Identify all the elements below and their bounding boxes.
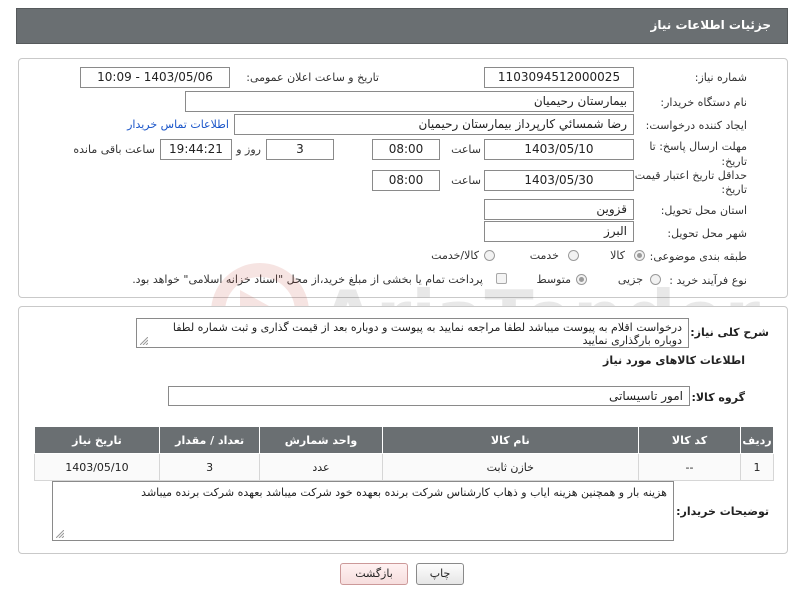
need-number-label: شماره نیاز: <box>694 71 747 84</box>
reply-deadline-date-label: تاریخ: <box>721 155 747 168</box>
resize-grip-icon[interactable] <box>140 337 148 345</box>
treasury-payment-note: پرداخت تمام یا بخشی از مبلغ خرید،از محل … <box>132 273 483 286</box>
remaining-label: ساعت باقی مانده <box>73 143 155 156</box>
category-radio-goods-service[interactable] <box>484 250 495 261</box>
cell-unit: عدد <box>259 453 383 481</box>
process-option-minor: جزیی <box>617 273 643 286</box>
need-number-field: 1103094512000025 <box>484 67 634 88</box>
announce-label: تاریخ و ساعت اعلان عمومی: <box>246 71 379 84</box>
price-validity-label: حداقل تاریخ اعتبار قیمت: تا <box>621 169 747 182</box>
creator-label: ایجاد کننده درخواست: <box>645 119 747 132</box>
goods-section-title: اطلاعات کالاهای مورد نیاز <box>603 354 745 367</box>
announce-field: 1403/05/06 - 10:09 <box>80 67 230 88</box>
price-date-field: 1403/05/30 <box>484 170 634 191</box>
reply-time-field: 08:00 <box>372 139 440 160</box>
province-label: استان محل تحویل: <box>660 204 747 217</box>
table-row: 1 -- خازن ثابت عدد 3 1403/05/10 <box>34 453 774 481</box>
days-label: روز و <box>236 143 261 156</box>
cell-item-code: -- <box>638 453 742 481</box>
reply-date-field: 1403/05/10 <box>484 139 634 160</box>
col-unit: واحد شمارش <box>259 426 383 454</box>
process-option-medium: متوسط <box>536 273 571 286</box>
process-label: نوع فرآیند خرید : <box>669 274 747 287</box>
description-text: درخواست اقلام به پیوست میباشد لطفا مراجع… <box>172 321 682 347</box>
process-radio-medium[interactable] <box>576 274 587 285</box>
remaining-time-field: 19:44:21 <box>160 139 232 160</box>
price-time-field: 08:00 <box>372 170 440 191</box>
col-quantity: تعداد / مقدار <box>158 426 261 454</box>
goods-table: ردیف کد کالا نام کالا واحد شمارش تعداد /… <box>34 426 774 481</box>
description-field: درخواست اقلام به پیوست میباشد لطفا مراجع… <box>136 318 689 348</box>
treasury-payment-checkbox[interactable] <box>496 273 507 284</box>
buyer-notes-field: هزینه بار و همچنین هزینه ایاب و ذهاب کار… <box>52 481 674 541</box>
category-option-goods-service: کالا/خدمت <box>431 249 479 262</box>
buyer-org-label: نام دستگاه خریدار: <box>660 96 747 109</box>
category-radio-goods[interactable] <box>634 250 645 261</box>
creator-field: رضا شمسائي کارپرداز بیمارستان رحیمیان <box>234 114 634 135</box>
city-field: البرز <box>484 221 634 242</box>
print-button[interactable]: چاپ <box>416 563 464 585</box>
buyer-contact-link[interactable]: اطلاعات تماس خریدار <box>127 118 229 131</box>
goods-table-header: ردیف کد کالا نام کالا واحد شمارش تعداد /… <box>34 426 774 454</box>
goods-group-label: گروه کالا: <box>691 391 745 404</box>
col-need-date: تاریخ نیاز <box>34 426 160 454</box>
price-time-label: ساعت <box>451 174 481 187</box>
cell-need-date: 1403/05/10 <box>34 453 160 481</box>
process-radio-minor[interactable] <box>650 274 661 285</box>
remaining-days-field: 3 <box>266 139 334 160</box>
col-item-code: کد کالا <box>638 426 742 454</box>
reply-time-label: ساعت <box>451 143 481 156</box>
reply-deadline-label: مهلت ارسال پاسخ: تا <box>649 140 747 153</box>
price-validity-date-label: تاریخ: <box>721 183 747 196</box>
resize-grip-icon[interactable] <box>56 530 64 538</box>
back-button[interactable]: بازگشت <box>340 563 408 585</box>
category-option-service: خدمت <box>529 249 559 262</box>
category-radio-service[interactable] <box>568 250 579 261</box>
buyer-notes-text: هزینه بار و همچنین هزینه ایاب و ذهاب کار… <box>141 486 667 499</box>
buyer-notes-label: توضیحات خریدار: <box>676 505 769 518</box>
category-option-goods: کالا <box>610 249 625 262</box>
cell-row-number: 1 <box>740 453 774 481</box>
city-label: شهر محل تحویل: <box>667 227 747 240</box>
page-header: جزئیات اطلاعات نیاز <box>16 8 788 44</box>
cell-item-name: خازن ثابت <box>381 453 640 481</box>
cell-quantity: 3 <box>158 453 261 481</box>
goods-group-field: امور تاسیساتی <box>168 386 690 406</box>
buyer-org-field: بیمارستان رحیمیان <box>185 91 634 112</box>
description-label: شرح کلی نیاز: <box>690 326 769 339</box>
page-title: جزئیات اطلاعات نیاز <box>650 18 771 32</box>
col-item-name: نام کالا <box>381 426 640 454</box>
category-label: طبقه بندی موضوعی: <box>649 250 747 263</box>
province-field: قزوین <box>484 199 634 220</box>
col-row-number: ردیف <box>740 426 774 454</box>
